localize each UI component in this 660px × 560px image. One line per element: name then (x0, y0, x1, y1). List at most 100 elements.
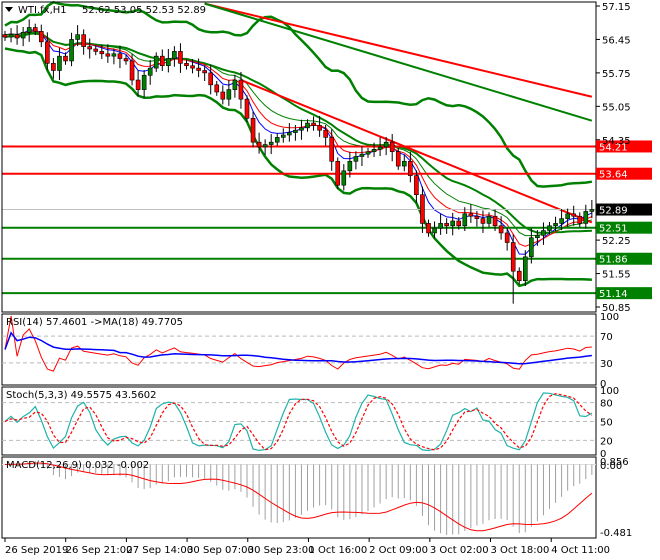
price-tick-label: 57.15 (602, 2, 631, 13)
candle-body (311, 122, 316, 126)
candle-body (63, 55, 68, 62)
candle-body (117, 53, 123, 59)
candle-body (444, 223, 449, 227)
candle-body (577, 215, 583, 224)
candle-body (2, 34, 8, 38)
level-label: 51.86 (599, 255, 628, 266)
candle-body (232, 79, 238, 90)
candle-body (323, 129, 328, 138)
candle-body (389, 141, 395, 153)
candle-body (208, 72, 213, 86)
macd-tick-min: -0.481 (600, 528, 632, 539)
candle-body (160, 55, 165, 67)
candle-body (547, 225, 552, 231)
candle-body (583, 211, 589, 224)
price-tick-label: 55.75 (602, 69, 631, 80)
candle-body (244, 98, 250, 119)
candle-body (456, 220, 462, 227)
rsi-label: RSI(14) 57.4601 ->MA(18) 49.7705 (6, 317, 183, 328)
candle-body (589, 209, 595, 212)
candle-body (408, 160, 413, 176)
candle-body (414, 175, 419, 196)
time-label: 27 Sep 14:00 (126, 545, 193, 556)
candle-body (553, 223, 558, 227)
candle-body (45, 41, 50, 64)
candle-body (450, 220, 456, 227)
candle-body (75, 34, 80, 40)
symbol-label: WTI.fx,H1 (18, 5, 67, 16)
candle-body (535, 235, 540, 239)
price-tick-label: 51.55 (602, 270, 631, 281)
candle-body (196, 67, 201, 71)
time-label: 4 Oct 11:00 (551, 545, 610, 556)
candle-body (274, 137, 280, 143)
level-label: 51.14 (599, 289, 628, 300)
stoch-tick: 100 (600, 386, 619, 397)
time-label: 26 Sep 21:00 (66, 545, 133, 556)
candle-body (38, 31, 44, 43)
candle-body (359, 153, 365, 157)
candle-body (135, 79, 141, 90)
candle-body (432, 227, 437, 234)
candle-body (238, 79, 244, 100)
time-label: 30 Sep 23:00 (248, 545, 315, 556)
candle-body (335, 160, 341, 186)
candle-body (468, 213, 474, 217)
time-label: 1 Oct 16:00 (308, 545, 367, 556)
price-tick-label: 52.25 (602, 236, 631, 247)
candle-body (166, 58, 171, 67)
candle-body (474, 215, 480, 219)
candle-body (571, 213, 577, 217)
trading-chart[interactable]: 54.2153.6452.5151.8651.1457.1556.4555.75… (0, 0, 660, 560)
candle-body (317, 125, 322, 131)
candle-body (178, 51, 183, 64)
candle-body (226, 89, 232, 100)
candle-body (492, 215, 498, 227)
stoch-tick: 80 (600, 399, 613, 410)
time-label: 3 Oct 18:00 (491, 545, 550, 556)
current-price-label: 52.89 (599, 206, 628, 217)
candle-body (377, 146, 383, 150)
candle-body (383, 141, 389, 148)
candle-body (365, 151, 371, 155)
candle-body (87, 46, 92, 50)
time-label: 26 Sep 2019 (5, 545, 68, 556)
candle-body (262, 144, 268, 148)
candle-body (280, 134, 286, 138)
candle-body (69, 39, 74, 62)
candle-body (202, 70, 207, 74)
candle-body (20, 31, 26, 39)
candle-body (510, 242, 516, 272)
candle-body (504, 232, 510, 243)
candle-body (529, 237, 534, 258)
rsi-tick: 100 (600, 312, 619, 323)
candle-body (268, 141, 274, 145)
candle-body (81, 34, 86, 47)
candle-body (541, 230, 546, 236)
candle-body (172, 51, 177, 59)
candle-body (329, 137, 335, 162)
candle-body (438, 223, 443, 229)
candle-body (420, 194, 425, 224)
candle-body (287, 132, 292, 136)
price-tick-label: 54.35 (602, 136, 631, 147)
level-label: 52.51 (599, 224, 628, 235)
macd-label: MACD(12,26,9) 0.032 -0.002 (6, 460, 149, 471)
candle-body (190, 65, 195, 69)
candle-body (214, 84, 220, 93)
candle-body (111, 53, 117, 57)
candle-body (153, 55, 159, 69)
candle-body (341, 170, 347, 186)
candle-body (559, 218, 564, 224)
rsi-tick: 30 (600, 359, 613, 370)
candle-body (299, 127, 304, 131)
candle-body (353, 156, 359, 162)
stoch-label: Stoch(5,3,3) 49.5575 43.5602 (6, 390, 157, 401)
candle-body (32, 27, 38, 32)
candle-body (305, 122, 310, 129)
candle-body (141, 74, 147, 90)
candle-body (220, 91, 226, 100)
candle-body (26, 27, 32, 33)
candle-body (184, 63, 189, 67)
macd-tick-zero: 0.00 (600, 461, 622, 472)
